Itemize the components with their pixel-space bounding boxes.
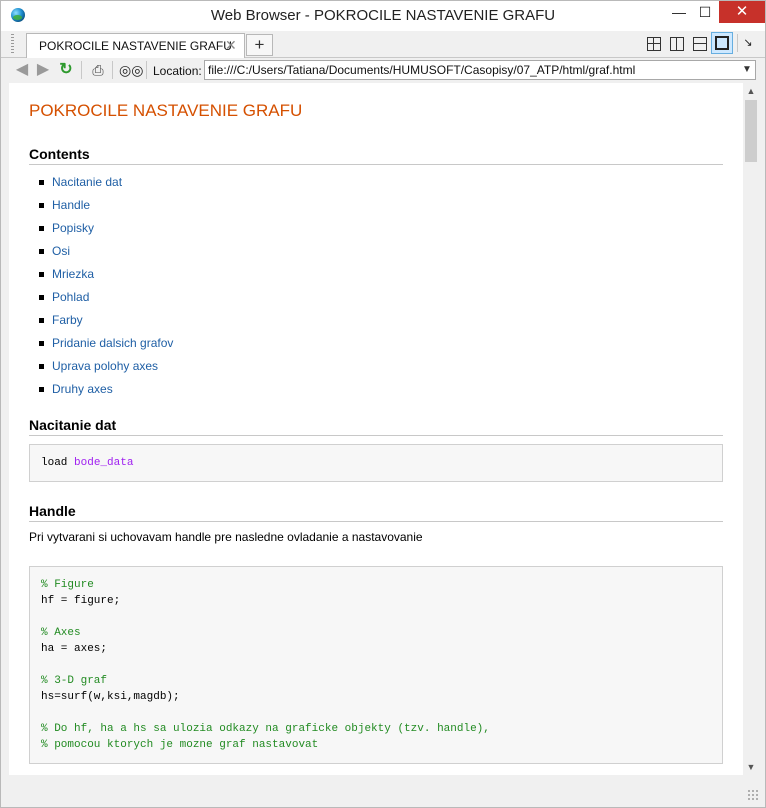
toc-link[interactable]: Uprava polohy axes — [52, 359, 158, 373]
location-label: Location: — [153, 64, 202, 78]
forward-button[interactable]: ▶ — [34, 60, 52, 80]
toc-item: Farby — [38, 313, 173, 336]
toc-item: Pridanie dalsich grafov — [38, 336, 173, 359]
code-block-handle: % Figure hf = figure; % Axes ha = axes; … — [29, 566, 723, 764]
toc-link[interactable]: Mriezka — [52, 267, 94, 281]
print-button[interactable]: ⎙ — [89, 60, 107, 80]
toolbar-separator — [81, 61, 82, 79]
divider — [29, 164, 723, 165]
chevron-down-icon[interactable]: ▼ — [739, 62, 755, 78]
divider — [29, 435, 723, 436]
resize-grip-icon[interactable] — [747, 789, 759, 801]
layout-single-icon[interactable] — [711, 32, 733, 54]
scroll-up-icon[interactable]: ▲ — [743, 83, 759, 99]
code-comment: % 3-D graf — [41, 675, 108, 687]
code-comment: % Axes — [41, 627, 81, 639]
window-title: Web Browser - POKROCILE NASTAVENIE GRAFU — [210, 7, 556, 24]
toc-item: Druhy axes — [38, 382, 173, 405]
toc-item: Osi — [38, 244, 173, 267]
toc-item: Mriezka — [38, 267, 173, 290]
tab-close-icon[interactable]: ✕ — [225, 37, 237, 54]
toc-link[interactable]: Pohlad — [52, 290, 89, 304]
code-comment: % Figure — [41, 579, 94, 591]
new-tab-button[interactable]: + — [246, 34, 273, 56]
close-button[interactable]: ✕ — [719, 1, 765, 23]
undock-icon[interactable]: ↘ — [737, 34, 758, 52]
drag-grip-icon[interactable] — [11, 34, 14, 54]
toc-link[interactable]: Osi — [52, 244, 70, 258]
browser-toolbar: ◀ ▶ ↻ ⎙ ◎◎ Location: ▼ — [1, 58, 765, 82]
toc-link[interactable]: Handle — [52, 198, 90, 212]
toolbar-separator — [146, 61, 147, 79]
contents-heading: Contents — [29, 146, 90, 162]
divider — [29, 521, 723, 522]
location-input[interactable] — [204, 60, 756, 80]
toc-link[interactable]: Nacitanie dat — [52, 175, 122, 189]
toolbar-separator — [112, 61, 113, 79]
page-title: POKROCILE NASTAVENIE GRAFU — [29, 101, 303, 120]
section-heading-nacitanie: Nacitanie dat — [29, 417, 117, 433]
code-line: hs=surf(w,ksi,magdb); — [41, 691, 180, 703]
find-button[interactable]: ◎◎ — [119, 60, 143, 80]
maximize-button[interactable]: ☐ — [692, 1, 718, 23]
layout-grid-icon[interactable] — [645, 34, 663, 52]
toc-link[interactable]: Druhy axes — [52, 382, 113, 396]
status-bar — [1, 776, 765, 807]
code-line: hf = figure; — [41, 595, 121, 607]
code-comment: % pomocou ktorych je mozne graf nastavov… — [41, 739, 319, 751]
paragraph: Pri vytvarani si uchovavam handle pre na… — [29, 530, 423, 544]
tab-active[interactable]: POKROCILE NASTAVENIE GRAFU ✕ — [26, 33, 245, 58]
code-block-load: load bode_data — [29, 444, 723, 482]
code-command: load — [41, 457, 75, 469]
code-line: ha = axes; — [41, 643, 108, 655]
browser-window: Web Browser - POKROCILE NASTAVENIE GRAFU… — [0, 0, 766, 808]
toc-link[interactable]: Pridanie dalsich grafov — [52, 336, 173, 350]
toc-item: Popisky — [38, 221, 173, 244]
minimize-button[interactable]: — — [666, 1, 692, 23]
code-line: load bode_data — [41, 457, 133, 469]
scrollbar-thumb[interactable] — [745, 100, 757, 162]
back-button[interactable]: ◀ — [13, 60, 31, 80]
toc-item: Pohlad — [38, 290, 173, 313]
code-comment: % Do hf, ha a hs sa ulozia odkazy na gra… — [41, 723, 490, 735]
toc-item: Handle — [38, 198, 173, 221]
section-heading-handle: Handle — [29, 503, 76, 519]
tab-label: POKROCILE NASTAVENIE GRAFU — [39, 39, 232, 53]
page-content: POKROCILE NASTAVENIE GRAFU Contents Naci… — [9, 83, 743, 775]
toc-item: Nacitanie dat — [38, 175, 173, 198]
toc-link[interactable]: Farby — [52, 313, 83, 327]
tab-bar: POKROCILE NASTAVENIE GRAFU ✕ + ↘ — [1, 31, 765, 58]
layout-split-vertical-icon[interactable] — [668, 34, 686, 52]
title-bar: Web Browser - POKROCILE NASTAVENIE GRAFU… — [1, 1, 765, 31]
vertical-scrollbar[interactable]: ▲ ▼ — [743, 83, 759, 775]
toc-link[interactable]: Popisky — [52, 221, 94, 235]
toc-item: Uprava polohy axes — [38, 359, 173, 382]
layout-split-horizontal-icon[interactable] — [691, 34, 709, 52]
refresh-button[interactable]: ↻ — [57, 60, 75, 80]
table-of-contents: Nacitanie dat Handle Popisky Osi Mriezka… — [38, 175, 173, 405]
scroll-down-icon[interactable]: ▼ — [743, 759, 759, 775]
code-string: bode_data — [74, 457, 134, 469]
